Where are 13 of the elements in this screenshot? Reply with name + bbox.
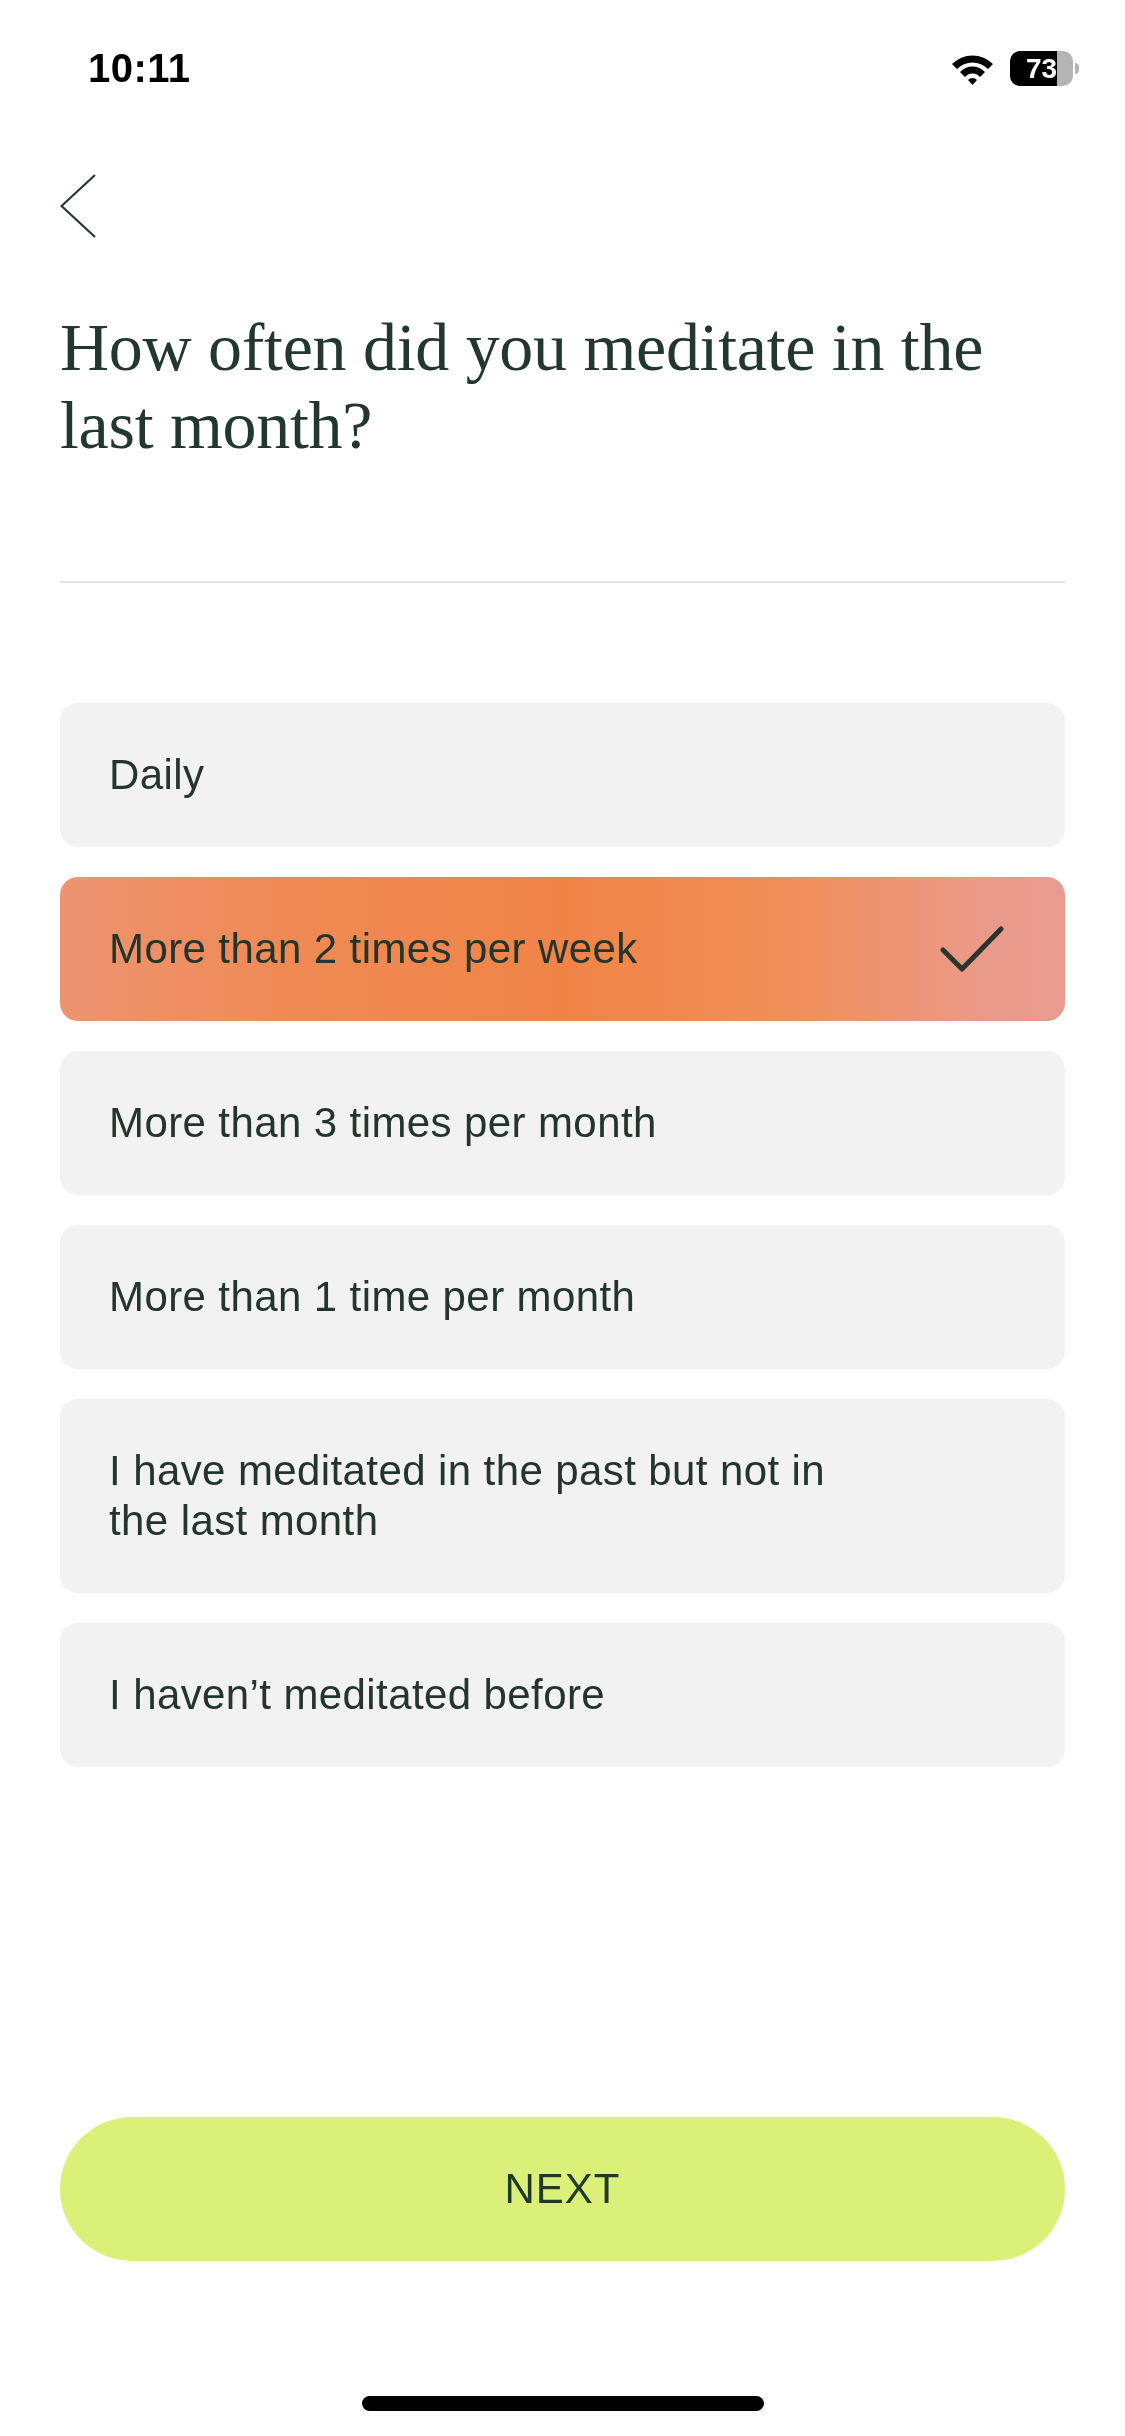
answer-option[interactable]: More than 2 times per week xyxy=(60,877,1065,1021)
answer-option[interactable]: More than 1 time per month xyxy=(60,1225,1065,1369)
battery-indicator: 73 xyxy=(1010,50,1080,86)
back-icon xyxy=(60,174,96,238)
answer-option[interactable]: More than 3 times per month xyxy=(60,1051,1065,1195)
question-title: How often did you meditate in the last month? xyxy=(60,308,984,464)
checkmark-icon xyxy=(940,926,1004,972)
answer-option[interactable]: I have meditated in the past but not in the last month xyxy=(60,1399,1065,1593)
answer-option[interactable]: I haven’t meditated before xyxy=(60,1623,1065,1767)
next-button[interactable]: NEXT xyxy=(60,2117,1065,2261)
answer-option[interactable]: Daily xyxy=(60,703,1065,847)
back-button[interactable] xyxy=(60,174,96,238)
status-time: 10:11 xyxy=(88,45,191,91)
